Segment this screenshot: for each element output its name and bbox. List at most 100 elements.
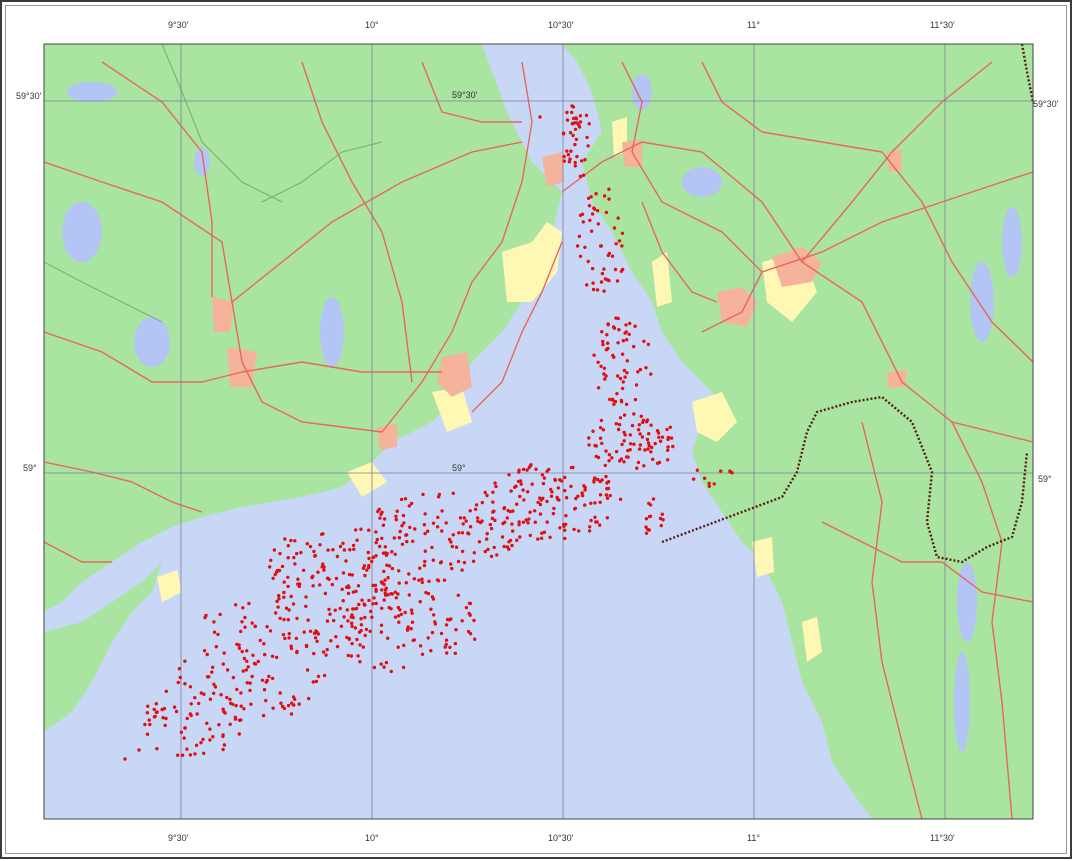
observation-dot (562, 522, 566, 527)
observation-dot (653, 441, 657, 446)
observation-dot (610, 254, 615, 258)
observation-dot (668, 425, 672, 429)
observation-dot (648, 514, 653, 518)
observation-dot (601, 428, 606, 432)
observation-dot (278, 691, 282, 695)
observation-dot (208, 697, 213, 701)
observation-dot (449, 562, 453, 566)
observation-dot (294, 636, 299, 641)
observation-dot (202, 649, 207, 653)
observation-dot (287, 632, 291, 636)
observation-dot (286, 703, 291, 708)
observation-dot (585, 283, 589, 287)
observation-dot (329, 639, 333, 643)
observation-dot (665, 427, 669, 432)
observation-dot (205, 652, 209, 657)
observation-dot (586, 144, 590, 148)
observation-dot (564, 496, 569, 500)
observation-dot (642, 339, 646, 343)
observation-dot (651, 457, 655, 461)
observation-dot (417, 578, 421, 582)
observation-dot (202, 751, 206, 755)
observation-dot (515, 502, 519, 506)
observation-dot (370, 559, 374, 564)
observation-dot (528, 510, 532, 514)
observation-dot (575, 154, 579, 159)
observation-dot (462, 516, 466, 520)
observation-dot (636, 370, 640, 374)
observation-dot (502, 544, 506, 549)
observation-dot (473, 507, 478, 511)
observation-dot (153, 714, 157, 719)
observation-dot (451, 491, 455, 495)
observation-dot (382, 569, 386, 574)
observation-dot (188, 685, 193, 689)
observation-dot (367, 598, 371, 603)
observation-dot (620, 231, 625, 235)
observation-dot (501, 521, 505, 526)
observation-dot (333, 608, 337, 612)
observation-dot (185, 716, 189, 721)
observation-dot (426, 529, 430, 533)
map-canvas[interactable] (2, 2, 1072, 861)
observation-dot (442, 578, 447, 582)
observation-dot (548, 535, 552, 539)
observation-dot (707, 484, 711, 488)
observation-dot (571, 133, 575, 138)
observation-dot (621, 380, 625, 384)
observation-dot (444, 638, 449, 642)
observation-dot (182, 736, 186, 740)
observation-dot (489, 554, 494, 559)
observation-dot (396, 645, 400, 649)
observation-dot (589, 518, 593, 523)
observation-dot (338, 544, 343, 549)
observation-dot (453, 641, 458, 646)
bottom-tick-label: 11°30' (930, 833, 955, 843)
observation-dot (591, 281, 595, 285)
observation-dot (304, 595, 308, 599)
observation-dot (581, 173, 586, 177)
observation-dot (592, 353, 596, 357)
observation-dot (574, 496, 578, 501)
observation-dot (234, 703, 238, 708)
observation-dot (471, 559, 476, 563)
observation-dot (526, 490, 530, 494)
observation-dot (505, 545, 510, 549)
observation-dot (287, 608, 291, 612)
observation-dot (527, 465, 531, 470)
observation-dot (314, 679, 319, 684)
observation-dot (183, 726, 187, 730)
observation-dot (517, 523, 521, 527)
observation-dot (591, 287, 596, 292)
observation-dot (645, 420, 649, 424)
observation-dot (429, 607, 433, 611)
observation-dot (291, 602, 296, 606)
observation-dot (530, 482, 534, 486)
observation-dot (599, 418, 604, 423)
observation-dot (533, 509, 537, 513)
observation-dot (221, 707, 225, 711)
observation-dot (420, 580, 424, 585)
observation-dot (646, 342, 651, 346)
observation-dot (334, 576, 339, 581)
observation-dot (233, 715, 238, 719)
observation-dot (632, 412, 636, 416)
observation-dot (583, 158, 587, 162)
observation-dot (633, 324, 637, 328)
observation-dot (616, 427, 621, 432)
observation-dot (521, 488, 525, 492)
observation-dot (619, 400, 624, 404)
observation-dot (599, 280, 604, 284)
observation-dot (247, 601, 251, 606)
observation-dot (614, 242, 618, 246)
observation-dot (596, 360, 600, 364)
observation-dot (660, 435, 665, 439)
observation-dot (289, 594, 293, 599)
observation-dot (245, 681, 249, 685)
observation-dot (270, 654, 275, 658)
observation-dot (500, 535, 505, 539)
observation-dot (491, 510, 495, 514)
observation-dot (458, 516, 463, 520)
observation-dot (355, 538, 359, 542)
observation-dot (491, 500, 495, 504)
